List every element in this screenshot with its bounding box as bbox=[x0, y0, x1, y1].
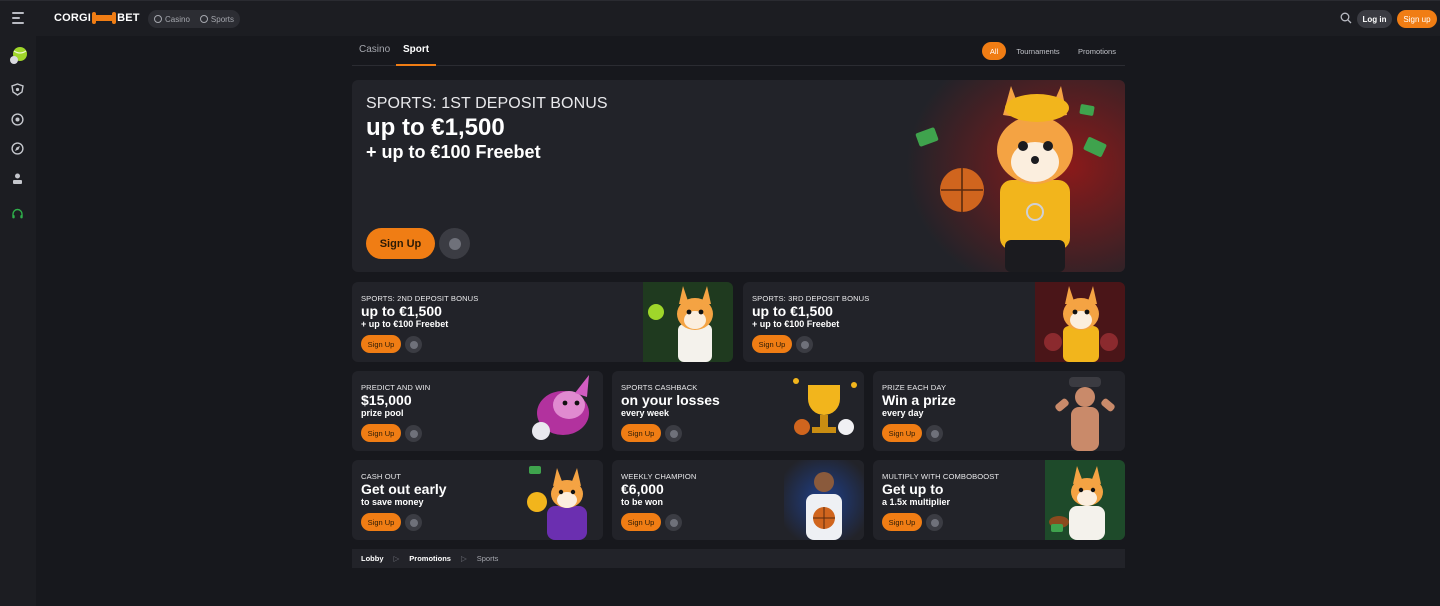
tennis-ball-icon[interactable] bbox=[8, 44, 30, 66]
promo-subtitle: SPORTS: 3RD DEPOSIT BONUS bbox=[752, 294, 870, 303]
promo-card-weekly-champion[interactable]: WEEKLY CHAMPION €6,000 to be won Sign Up bbox=[612, 460, 864, 540]
promo-subtitle: SPORTS CASHBACK bbox=[621, 383, 698, 392]
basketball-player-illustration bbox=[784, 460, 864, 540]
promo-line2: to save money bbox=[361, 497, 424, 507]
promo-line2: every week bbox=[621, 408, 670, 418]
promo-subtitle: PREDICT AND WIN bbox=[361, 383, 431, 392]
hero-signup-button[interactable]: Sign Up bbox=[366, 228, 435, 259]
corgi-boxing-illustration bbox=[1035, 282, 1125, 362]
logo-right-text: BET bbox=[117, 12, 140, 24]
promo-card-comboboost[interactable]: MULTIPLY WITH COMBOBOOST Get up to a 1.5… bbox=[873, 460, 1125, 540]
tab-casino[interactable]: Casino bbox=[359, 44, 390, 55]
info-icon[interactable] bbox=[926, 514, 943, 531]
logo[interactable]: CORGI BET bbox=[54, 12, 140, 24]
promo-line2: to be won bbox=[621, 497, 663, 507]
promo-title: up to €1,500 bbox=[752, 303, 833, 319]
headset-icon[interactable] bbox=[11, 208, 24, 221]
bone-icon bbox=[92, 12, 117, 24]
promo-line2: prize pool bbox=[361, 408, 404, 418]
filter-all[interactable]: All bbox=[982, 42, 1006, 60]
info-icon[interactable] bbox=[665, 425, 682, 442]
info-icon[interactable] bbox=[796, 336, 813, 353]
filter-tournaments[interactable]: Tournaments bbox=[1010, 42, 1066, 60]
breadcrumb: Lobby ▷ Promotions ▷ Sports bbox=[352, 549, 1125, 568]
tab-sport[interactable]: Sport bbox=[403, 44, 429, 55]
promo-title: Win a prize bbox=[882, 392, 956, 408]
breadcrumb-lobby[interactable]: Lobby bbox=[361, 554, 384, 563]
shield-icon[interactable] bbox=[11, 83, 24, 96]
promo-title: Get out early bbox=[361, 481, 447, 497]
hero-title: up to €1,500 bbox=[366, 114, 505, 141]
info-icon[interactable] bbox=[926, 425, 943, 442]
top-bar: CORGI BET Casino Sports Log in Sign up bbox=[0, 0, 1440, 36]
signup-button[interactable]: Sign Up bbox=[752, 335, 792, 353]
promo-line2: + up to €100 Freebet bbox=[752, 319, 840, 329]
info-icon[interactable] bbox=[405, 336, 422, 353]
user-icon[interactable] bbox=[11, 172, 24, 185]
login-button[interactable]: Log in bbox=[1357, 10, 1392, 28]
breadcrumb-promotions[interactable]: Promotions bbox=[409, 554, 451, 563]
sidebar bbox=[0, 36, 36, 606]
search-icon[interactable] bbox=[1340, 12, 1352, 24]
active-tab-indicator bbox=[396, 64, 436, 66]
promo-card-predict-win[interactable]: PREDICT AND WIN $15,000 prize pool Sign … bbox=[352, 371, 603, 451]
hero-promo-card[interactable]: SPORTS: 1ST DEPOSIT BONUS up to €1,500 +… bbox=[352, 80, 1125, 272]
hero-corgi-illustration bbox=[895, 80, 1125, 272]
logo-left-text: CORGI bbox=[54, 12, 92, 24]
promo-title: $15,000 bbox=[361, 392, 412, 408]
signup-button[interactable]: Sign up bbox=[1397, 10, 1437, 28]
corgi-football-illustration bbox=[1045, 460, 1125, 540]
signup-button[interactable]: Sign Up bbox=[361, 335, 401, 353]
promo-subtitle: MULTIPLY WITH COMBOBOOST bbox=[882, 472, 1000, 481]
promo-line2: every day bbox=[882, 408, 924, 418]
promo-subtitle: CASH OUT bbox=[361, 472, 402, 481]
mode-switch: Casino Sports bbox=[148, 10, 241, 28]
info-icon[interactable] bbox=[439, 228, 470, 259]
menu-icon[interactable] bbox=[12, 12, 24, 24]
boxer-illustration bbox=[1045, 371, 1125, 451]
promo-card-prize-each-day[interactable]: PRIZE EACH DAY Win a prize every day Sig… bbox=[873, 371, 1125, 451]
mode-sports[interactable]: Sports bbox=[199, 15, 234, 24]
breadcrumb-sports: Sports bbox=[476, 554, 499, 563]
promo-card-cash-out[interactable]: CASH OUT Get out early to save money Sig… bbox=[352, 460, 603, 540]
signup-button[interactable]: Sign Up bbox=[621, 513, 661, 531]
chevron-right-icon: ▷ bbox=[393, 554, 400, 563]
promo-title: on your losses bbox=[621, 392, 720, 408]
info-icon[interactable] bbox=[405, 514, 422, 531]
signup-button[interactable]: Sign Up bbox=[361, 513, 401, 531]
promo-line2: a 1.5x multiplier bbox=[882, 497, 951, 507]
sports-icon bbox=[199, 15, 208, 23]
hero-subtitle: SPORTS: 1ST DEPOSIT BONUS bbox=[366, 95, 608, 112]
corgi-purple-illustration bbox=[523, 371, 603, 451]
promo-subtitle: PRIZE EACH DAY bbox=[882, 383, 947, 392]
signup-button[interactable]: Sign Up bbox=[882, 513, 922, 531]
promo-card-2nd-deposit[interactable]: SPORTS: 2ND DEPOSIT BONUS up to €1,500 +… bbox=[352, 282, 733, 362]
promo-title: Get up to bbox=[882, 481, 944, 497]
target-icon[interactable] bbox=[11, 113, 24, 126]
promo-card-cashback[interactable]: SPORTS CASHBACK on your losses every wee… bbox=[612, 371, 864, 451]
corgi-cashout-illustration bbox=[523, 460, 603, 540]
chevron-right-icon: ▷ bbox=[460, 554, 467, 563]
mode-casino[interactable]: Casino bbox=[154, 15, 190, 24]
casino-icon bbox=[154, 15, 162, 23]
signup-button[interactable]: Sign Up bbox=[621, 424, 661, 442]
signup-button[interactable]: Sign Up bbox=[361, 424, 401, 442]
promo-title: up to €1,500 bbox=[361, 303, 442, 319]
promo-title: €6,000 bbox=[621, 481, 664, 497]
promo-line2: + up to €100 Freebet bbox=[361, 319, 449, 329]
promo-subtitle: WEEKLY CHAMPION bbox=[621, 472, 697, 481]
info-icon[interactable] bbox=[405, 425, 422, 442]
tabs-bar: Casino Sport All Tournaments Promotions bbox=[352, 36, 1125, 66]
info-icon[interactable] bbox=[665, 514, 682, 531]
promo-subtitle: SPORTS: 2ND DEPOSIT BONUS bbox=[361, 294, 479, 303]
hero-line2: + up to €100 Freebet bbox=[366, 142, 541, 162]
corgi-tennis-illustration bbox=[643, 282, 733, 362]
filter-promotions[interactable]: Promotions bbox=[1070, 42, 1124, 60]
compass-icon[interactable] bbox=[11, 142, 24, 155]
trophy-illustration bbox=[784, 371, 864, 451]
promo-card-3rd-deposit[interactable]: SPORTS: 3RD DEPOSIT BONUS up to €1,500 +… bbox=[743, 282, 1125, 362]
signup-button[interactable]: Sign Up bbox=[882, 424, 922, 442]
